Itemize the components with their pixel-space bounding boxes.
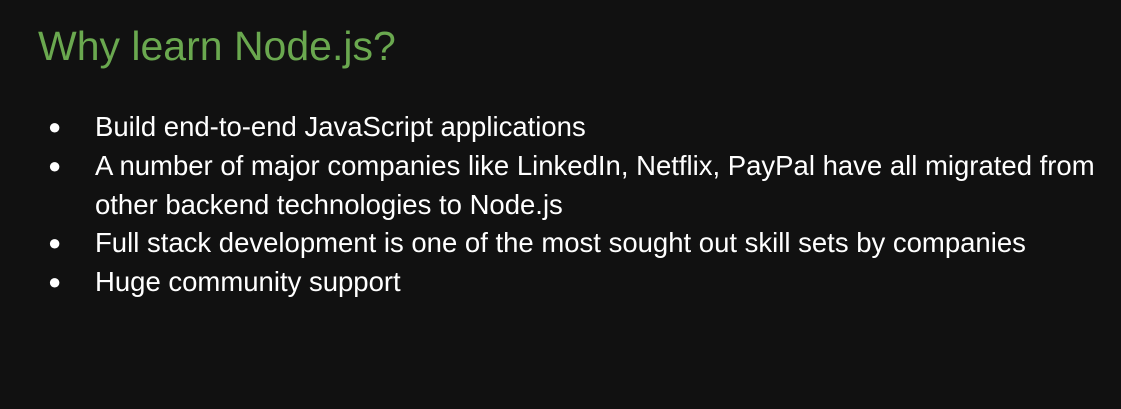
bullet-icon: ● — [48, 230, 62, 256]
bullet-text: Full stack development is one of the mos… — [95, 227, 1026, 259]
bullet-list: ● Build end-to-end JavaScript applicatio… — [48, 108, 1108, 302]
bullet-item: ● Huge community support — [48, 263, 1108, 302]
bullet-text: A number of major companies like LinkedI… — [95, 149, 1095, 220]
bullet-icon: ● — [48, 269, 62, 295]
bullet-item: ● Full stack development is one of the m… — [48, 224, 1108, 263]
slide: Why learn Node.js? ● Build end-to-end Ja… — [0, 0, 1121, 409]
bullet-icon: ● — [48, 152, 62, 178]
bullet-icon: ● — [48, 114, 62, 139]
bullet-text: Build end-to-end JavaScript applications — [95, 111, 586, 142]
bullet-item: ● Build end-to-end JavaScript applicatio… — [48, 108, 1108, 147]
slide-title: Why learn Node.js? — [38, 23, 396, 69]
bullet-text: Huge community support — [95, 266, 401, 298]
bullet-item: ● A number of major companies like Linke… — [48, 147, 1108, 225]
